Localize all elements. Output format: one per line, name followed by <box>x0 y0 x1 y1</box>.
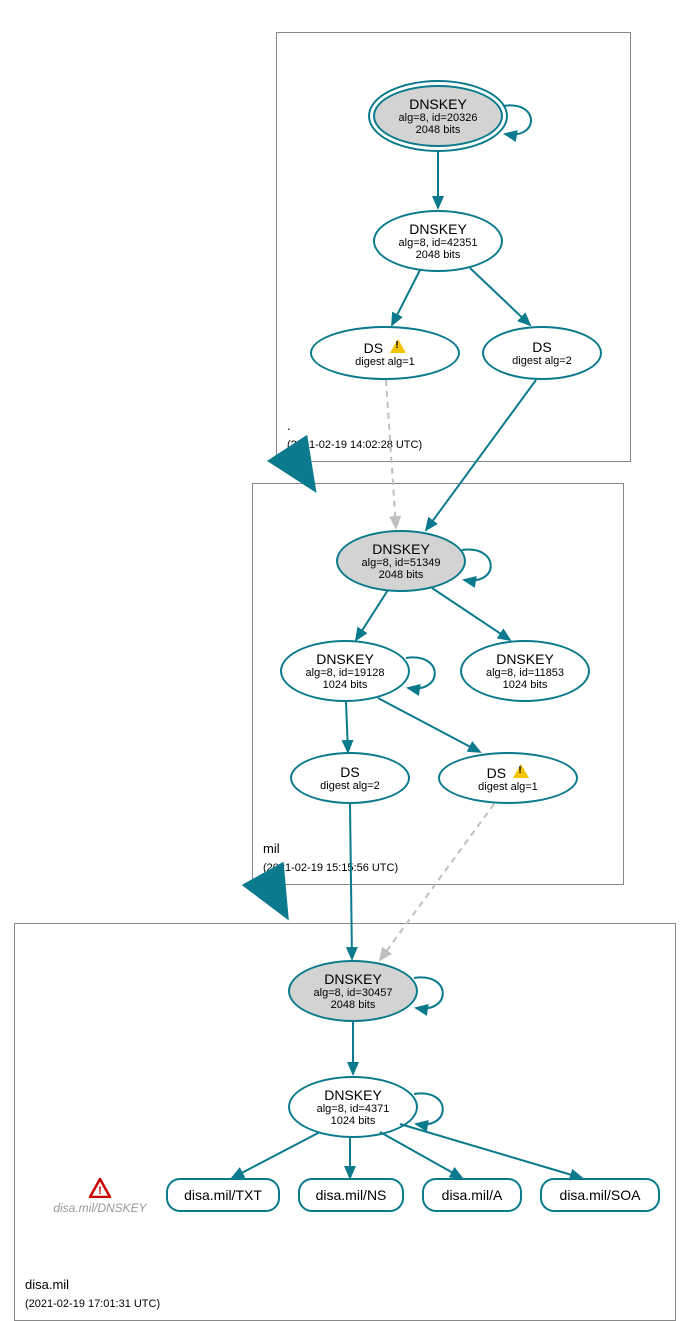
dnskey-disa-zsk: DNSKEY alg=8, id=4371 1024 bits <box>288 1076 418 1138</box>
ds-root-alg2: DS digest alg=2 <box>482 326 602 380</box>
node-sub1: digest alg=2 <box>320 780 380 792</box>
zone-root-ts: (2021-02-19 14:02:28 UTC) <box>287 439 422 451</box>
node-title: DNSKEY <box>324 1087 382 1103</box>
dnskey-mil-zsk2: DNSKEY alg=8, id=11853 1024 bits <box>460 640 590 702</box>
node-title: DNSKEY <box>496 651 554 667</box>
error-label: disa.mil/DNSKEY <box>53 1201 146 1215</box>
warning-icon: ! <box>390 339 406 353</box>
node-title: DS <box>487 765 506 781</box>
node-sub2: 1024 bits <box>323 679 368 691</box>
node-title: DS <box>364 340 383 356</box>
node-title: DS <box>340 764 359 780</box>
zone-mil-label: mil <box>263 841 280 856</box>
node-sub2: 2048 bits <box>416 124 461 136</box>
node-title: DNSKEY <box>324 971 382 987</box>
node-sub2: 1024 bits <box>331 1115 376 1127</box>
ds-root-alg1: DS ! digest alg=1 <box>310 326 460 380</box>
node-sub1: digest alg=2 <box>512 355 572 367</box>
zone-disa-label: disa.mil <box>25 1277 69 1292</box>
rr-disa-soa: disa.mil/SOA <box>540 1178 660 1212</box>
rr-label: disa.mil/TXT <box>184 1187 262 1203</box>
node-sub1: digest alg=1 <box>355 356 415 368</box>
dnskey-root-ksk: DNSKEY alg=8, id=20326 2048 bits <box>373 85 503 147</box>
rr-disa-txt: disa.mil/TXT <box>166 1178 280 1212</box>
rr-disa-ns: disa.mil/NS <box>298 1178 404 1212</box>
node-sub1: digest alg=1 <box>478 781 538 793</box>
rr-label: disa.mil/NS <box>316 1187 387 1203</box>
warning-icon-red: ! <box>89 1178 111 1198</box>
node-title: DNSKEY <box>409 96 467 112</box>
warning-icon: ! <box>513 764 529 778</box>
zone-root-label: . <box>287 418 291 433</box>
node-sub2: 2048 bits <box>331 999 376 1011</box>
zone-mil-ts: (2021-02-19 15:15:56 UTC) <box>263 862 398 874</box>
rr-disa-a: disa.mil/A <box>422 1178 522 1212</box>
dnskey-mil-zsk1: DNSKEY alg=8, id=19128 1024 bits <box>280 640 410 702</box>
dnskey-disa-ksk: DNSKEY alg=8, id=30457 2048 bits <box>288 960 418 1022</box>
node-sub1: alg=8, id=11853 <box>486 667 564 679</box>
dnskey-mil-ksk: DNSKEY alg=8, id=51349 2048 bits <box>336 530 466 592</box>
node-sub1: alg=8, id=4371 <box>317 1103 390 1115</box>
ds-mil-alg1: DS ! digest alg=1 <box>438 752 578 804</box>
node-title: DNSKEY <box>372 541 430 557</box>
error-disa-dnskey: ! disa.mil/DNSKEY <box>50 1178 150 1215</box>
node-sub2: 1024 bits <box>503 679 548 691</box>
node-title: DNSKEY <box>409 221 467 237</box>
node-sub1: alg=8, id=51349 <box>362 557 441 569</box>
rr-label: disa.mil/SOA <box>560 1187 641 1203</box>
node-sub2: 2048 bits <box>416 249 461 261</box>
node-sub1: alg=8, id=19128 <box>306 667 385 679</box>
dnskey-root-zsk: DNSKEY alg=8, id=42351 2048 bits <box>373 210 503 272</box>
node-sub2: 2048 bits <box>379 569 424 581</box>
node-title: DNSKEY <box>316 651 374 667</box>
node-sub1: alg=8, id=20326 <box>399 112 478 124</box>
svg-text:!: ! <box>98 1185 102 1197</box>
node-sub1: alg=8, id=30457 <box>314 987 393 999</box>
rr-label: disa.mil/A <box>442 1187 503 1203</box>
node-title: DS <box>532 339 551 355</box>
node-sub1: alg=8, id=42351 <box>399 237 478 249</box>
zone-disa-ts: (2021-02-19 17:01:31 UTC) <box>25 1298 160 1310</box>
ds-mil-alg2: DS digest alg=2 <box>290 752 410 804</box>
